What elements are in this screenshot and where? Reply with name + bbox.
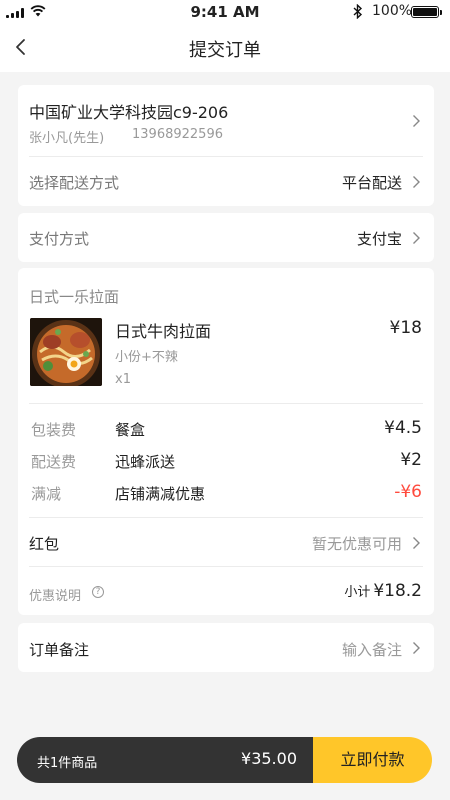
order-remark-label: 订单备注 bbox=[29, 641, 90, 659]
food-spec: 小份+不辣 bbox=[115, 350, 178, 365]
discount-amount: -¥6 bbox=[394, 482, 422, 502]
fee-name: 迅蜂派送 bbox=[115, 453, 176, 471]
chevron-right-icon bbox=[413, 537, 420, 549]
food-price: ¥18 bbox=[389, 318, 422, 338]
fee-label: 包装费 bbox=[31, 421, 77, 439]
subtotal: 小计 ¥18.2 bbox=[344, 581, 422, 601]
payment-method-label: 支付方式 bbox=[29, 230, 90, 248]
help-icon[interactable]: ? bbox=[92, 586, 104, 598]
total-amount: ¥35.00 bbox=[241, 749, 297, 768]
bluetooth-icon bbox=[353, 4, 363, 19]
fee-name: 餐盒 bbox=[115, 421, 146, 439]
food-quantity: x1 bbox=[115, 372, 131, 387]
nav-bar: 提交订单 bbox=[0, 24, 450, 72]
food-name: 日式牛肉拉面 bbox=[115, 322, 212, 341]
fee-amount: ¥2 bbox=[400, 450, 422, 470]
fee-amount: ¥4.5 bbox=[384, 418, 422, 438]
address-line: 中国矿业大学科技园c9-206 bbox=[29, 103, 229, 122]
chevron-right-icon bbox=[413, 115, 420, 127]
discount-note-label: 优惠说明 bbox=[29, 589, 82, 604]
pay-now-button[interactable]: 立即付款 bbox=[313, 737, 432, 783]
delivery-method-label: 选择配送方式 bbox=[29, 174, 120, 192]
divider bbox=[29, 566, 423, 567]
address-card: 中国矿业大学科技园c9-206 张小凡(先生) 13968922596 选择配送… bbox=[18, 85, 434, 206]
subtotal-label: 小计 bbox=[344, 585, 371, 600]
red-packet-value: 暂无优惠可用 bbox=[311, 535, 402, 553]
status-bar: 9:41 AM 100% bbox=[0, 0, 450, 24]
food-image bbox=[30, 318, 102, 386]
fee-name: 店铺满减优惠 bbox=[115, 485, 206, 503]
payment-method-value: 支付宝 bbox=[356, 230, 402, 248]
chevron-right-icon bbox=[413, 642, 420, 654]
subtotal-value: ¥18.2 bbox=[373, 581, 422, 601]
chevron-right-icon bbox=[413, 232, 420, 244]
fee-label: 配送费 bbox=[31, 453, 77, 471]
divider bbox=[29, 403, 423, 404]
delivery-method-row[interactable]: 选择配送方式 平台配送 bbox=[18, 157, 434, 206]
red-packet-label: 红包 bbox=[29, 535, 60, 553]
contact-name: 张小凡(先生) bbox=[29, 131, 105, 146]
shop-name: 日式一乐拉面 bbox=[29, 288, 120, 306]
fee-label: 满减 bbox=[31, 485, 62, 503]
order-card: 日式一乐拉面 日式牛肉拉面 小份+不辣 x1 ¥18 包装费 餐盒 ¥4.5 配… bbox=[18, 268, 434, 615]
battery-percentage: 100% bbox=[372, 3, 413, 19]
contact-phone: 13968922596 bbox=[132, 127, 223, 142]
chevron-right-icon bbox=[413, 176, 420, 188]
order-remark-row[interactable]: 订单备注 输入备注 bbox=[18, 623, 434, 672]
checkout-bar: 共1件商品 ¥35.00 立即付款 bbox=[17, 737, 432, 783]
checkout-summary: 共1件商品 ¥35.00 bbox=[17, 737, 313, 783]
address-row[interactable]: 中国矿业大学科技园c9-206 张小凡(先生) 13968922596 bbox=[18, 85, 434, 156]
delivery-method-value: 平台配送 bbox=[341, 174, 402, 192]
item-count: 共1件商品 bbox=[37, 756, 98, 771]
page-title: 提交订单 bbox=[189, 40, 261, 61]
red-packet-row[interactable]: 红包 暂无优惠可用 bbox=[18, 518, 434, 566]
payment-method-row[interactable]: 支付方式 支付宝 bbox=[18, 213, 434, 262]
battery-icon bbox=[411, 6, 442, 18]
remark-input[interactable]: 输入备注 bbox=[342, 639, 402, 660]
